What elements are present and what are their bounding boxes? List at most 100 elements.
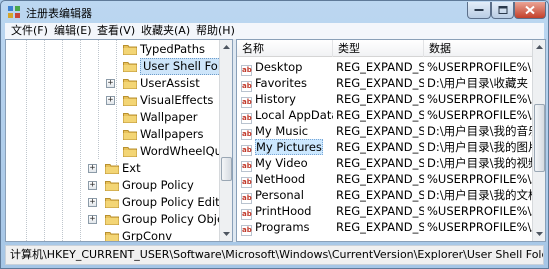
string-value-icon: ab — [241, 225, 252, 236]
value-type: REG_EXPAND_SZ — [336, 124, 424, 138]
value-row[interactable]: abHistoryREG_EXPAND_SZ%USERPROFILE%\AppD — [237, 91, 533, 108]
folder-icon — [105, 181, 119, 191]
value-name-cell: ab My Music — [241, 123, 333, 140]
value-name: My Music — [255, 124, 309, 138]
column-data-header[interactable]: 数据 — [424, 40, 533, 57]
value-type: REG_EXPAND_SZ — [336, 172, 424, 186]
value-type: REG_EXPAND_SZ — [336, 220, 424, 234]
value-name-cell: ab My Pictures — [241, 139, 333, 156]
value-data: %USERPROFILE%\AppD — [427, 108, 533, 122]
tree-item-label: TypedPaths — [140, 42, 205, 56]
value-row[interactable]: ab My Pictures REG_EXPAND_SZ D:\用户目录\我的图片 — [237, 139, 533, 156]
expand-toggle-icon[interactable]: + — [88, 215, 97, 224]
value-data: D:\用户目录\我的图片 — [427, 140, 533, 154]
folder-icon — [105, 198, 119, 208]
value-data: D:\用户目录\我的音乐 — [427, 124, 533, 138]
value-type: REG_EXPAND_SZ — [336, 188, 424, 202]
folder-icon — [123, 45, 137, 55]
value-name-cell: ab Favorites — [241, 75, 333, 92]
folder-icon — [105, 164, 119, 174]
value-row[interactable]: ab Favorites REG_EXPAND_SZ D:\用户目录\收藏夹 — [237, 75, 533, 92]
menu-help[interactable]: 帮助(H) — [196, 24, 235, 38]
value-name-cell: ab Programs — [241, 219, 333, 236]
value-row[interactable]: abNetHoodREG_EXPAND_SZ%USERPROFILE%\AppD — [237, 171, 533, 188]
tree-item-label: Wallpapers — [140, 127, 204, 141]
value-type: REG_EXPAND_SZ — [336, 140, 424, 154]
maximize-icon — [498, 6, 507, 14]
menu-file[interactable]: 文件(F) — [11, 24, 48, 38]
value-name: Programs — [255, 220, 310, 234]
window-title: 注册表编辑器 — [26, 7, 92, 20]
values-list-pane[interactable]: 名称 类型 数据 ab Desktop REG_EXPAND_SZ %USERPROF… — [236, 39, 546, 242]
list-scroll-down-icon[interactable] — [533, 227, 546, 241]
expand-toggle-icon[interactable]: + — [88, 181, 97, 190]
value-data: %USERPROFILE%\AppD — [427, 220, 533, 234]
expand-toggle-icon[interactable]: + — [88, 164, 97, 173]
value-name: My Pictures — [255, 139, 323, 155]
folder-icon — [123, 147, 137, 157]
value-name: Favorites — [255, 76, 307, 90]
column-name-header[interactable]: 名称 — [237, 40, 333, 57]
key-tree-pane[interactable]: TypedPaths User Shell Folder UserAssist + Vi… — [5, 39, 233, 242]
list-scroll-up-icon[interactable] — [533, 40, 546, 54]
minimize-button[interactable] — [467, 2, 491, 19]
value-name: History — [255, 92, 296, 106]
menu-bar: 文件(F) 编辑(E) 查看(V) 收藏夹(A) 帮助(H) — [5, 23, 544, 39]
expand-toggle-icon[interactable]: + — [106, 79, 115, 88]
value-name: Desktop — [255, 60, 303, 74]
list-scroll-thumb[interactable] — [534, 104, 545, 172]
scroll-down-icon[interactable] — [220, 227, 233, 241]
value-row[interactable]: abDesktopREG_EXPAND_SZ%USERPROFILE%\Desk… — [237, 59, 533, 76]
value-type: REG_EXPAND_SZ — [336, 60, 424, 74]
tree-item-label: VisualEffects — [140, 93, 214, 107]
value-name-cell: ab NetHood — [241, 171, 333, 188]
list-header: 名称 类型 数据 — [237, 40, 533, 57]
value-row[interactable]: ab Personal REG_EXPAND_SZ D:\用户目录\我的文档 — [237, 187, 533, 204]
expand-toggle-icon[interactable]: + — [88, 198, 97, 207]
value-name-cell: ab Personal — [241, 187, 333, 204]
tree-scrollbar[interactable] — [219, 40, 233, 241]
value-data: D:\用户目录\我的视频 — [427, 156, 533, 170]
registry-editor-window: 注册表编辑器 文件(F) 编辑(E) 查看(V) 收藏夹(A) 帮助(H) Ty… — [0, 0, 549, 269]
tree-item-label: Group Policy Editor — [122, 195, 232, 209]
folder-icon — [123, 130, 137, 140]
close-button[interactable] — [514, 2, 546, 19]
minimize-icon — [474, 9, 484, 11]
value-data: %USERPROFILE%\AppD — [427, 92, 533, 106]
tree-item-label: Ext — [122, 161, 141, 175]
title-bar[interactable]: 注册表编辑器 — [1, 1, 548, 23]
value-type: REG_EXPAND_SZ — [336, 108, 424, 122]
status-bar-path: 计算机\HKEY_CURRENT_USER\Software\Microsoft… — [5, 245, 544, 265]
value-row[interactable]: ab My Music REG_EXPAND_SZ D:\用户目录\我的音乐 — [237, 123, 533, 140]
scroll-up-icon[interactable] — [220, 40, 233, 54]
menu-view[interactable]: 查看(V) — [97, 24, 135, 38]
value-name: Local AppData — [255, 108, 333, 122]
folder-icon — [105, 215, 119, 225]
value-row[interactable]: ab Local AppData REG_EXPAND_SZ %USERPROFILE… — [237, 107, 533, 124]
value-data: %USERPROFILE%\AppD — [427, 172, 533, 186]
tree-item-label: Group Policy Object — [122, 212, 233, 226]
tree-item-label: GrpConv — [122, 229, 173, 242]
menu-edit[interactable]: 编辑(E) — [54, 24, 92, 38]
value-name: Personal — [255, 188, 304, 202]
maximize-button[interactable] — [491, 2, 514, 19]
folder-icon — [123, 62, 137, 72]
menu-favorites[interactable]: 收藏夹(A) — [141, 24, 190, 38]
value-name-cell: ab History — [241, 91, 333, 108]
expand-toggle-icon[interactable]: + — [106, 96, 115, 105]
value-row[interactable]: ab My Video REG_EXPAND_SZ D:\用户目录\我的视频 — [237, 155, 533, 172]
tree-scroll-thumb[interactable] — [221, 157, 232, 181]
value-name: NetHood — [255, 172, 306, 186]
value-data: D:\用户目录\收藏夹 — [427, 76, 528, 90]
column-type-header[interactable]: 类型 — [333, 40, 424, 57]
value-data: %USERPROFILE%\Deskt — [427, 60, 533, 74]
value-name: PrintHood — [255, 204, 312, 218]
list-scrollbar[interactable] — [532, 40, 546, 241]
value-type: REG_EXPAND_SZ — [336, 76, 424, 90]
value-row[interactable]: abPrintHoodREG_EXPAND_SZ%USERPROFILE%\Ap… — [237, 203, 533, 220]
regedit-app-icon — [8, 6, 20, 18]
value-row[interactable]: abProgramsREG_EXPAND_SZ%USERPROFILE%\App… — [237, 219, 533, 236]
value-name-cell: ab PrintHood — [241, 203, 333, 220]
value-data: D:\用户目录\我的文档 — [427, 188, 533, 202]
value-type: REG_EXPAND_SZ — [336, 204, 424, 218]
